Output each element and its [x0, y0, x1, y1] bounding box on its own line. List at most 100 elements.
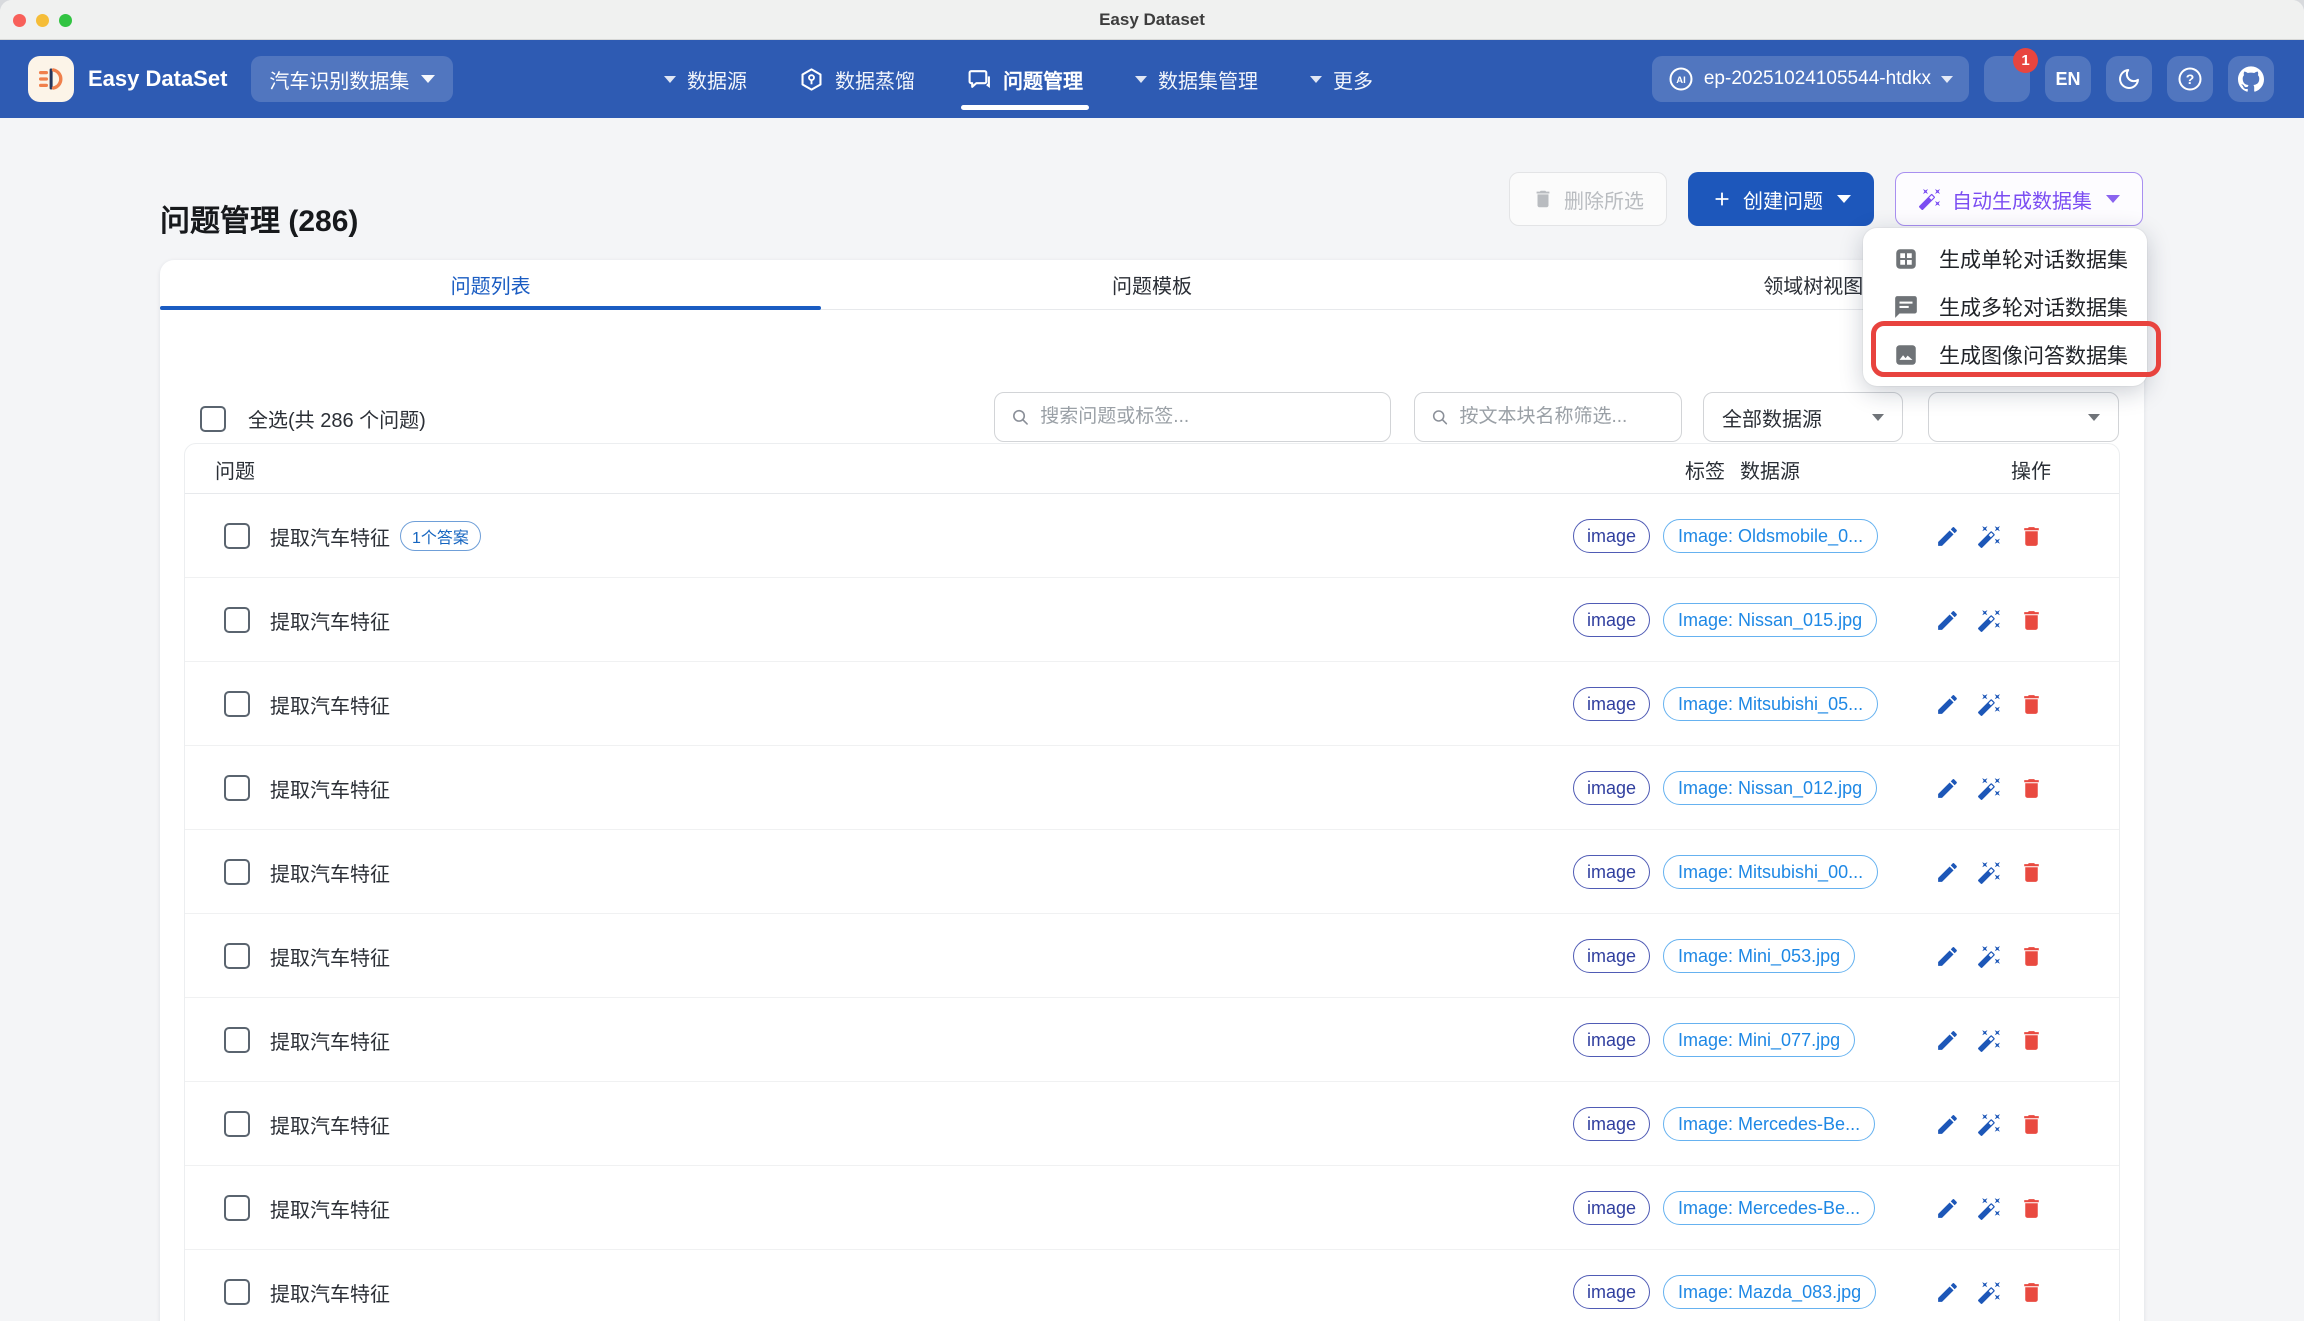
generate-answer-button[interactable] — [1975, 606, 2003, 634]
select-all-checkbox[interactable] — [200, 406, 226, 432]
delete-question-button[interactable] — [2017, 858, 2045, 886]
generate-answer-button[interactable] — [1975, 1110, 2003, 1138]
close-window-button[interactable] — [13, 14, 26, 27]
delete-question-button[interactable] — [2017, 1026, 2045, 1054]
help-button[interactable]: ? — [2167, 56, 2213, 102]
row-checkbox[interactable] — [224, 1027, 250, 1053]
project-selector[interactable]: 汽车识别数据集 — [251, 56, 453, 102]
model-selector[interactable]: AI ep-20251024105544-htdkx — [1652, 56, 1969, 102]
tag-chip[interactable]: image — [1573, 855, 1650, 889]
top-navbar: Easy DataSet 汽车识别数据集 数据源 数据蒸馏 — [0, 40, 2304, 118]
tag-chip[interactable]: image — [1573, 939, 1650, 973]
generate-answer-button[interactable] — [1975, 1278, 2003, 1306]
generate-answer-button[interactable] — [1975, 774, 2003, 802]
image-icon — [1893, 342, 1919, 368]
delete-question-button[interactable] — [2017, 1194, 2045, 1222]
delete-question-button[interactable] — [2017, 942, 2045, 970]
trash-icon — [2019, 860, 2044, 885]
create-question-button[interactable]: 创建问题 — [1688, 172, 1874, 226]
row-checkbox[interactable] — [224, 859, 250, 885]
tag-chip[interactable]: image — [1573, 603, 1650, 637]
nav-item-questions[interactable]: 问题管理 — [967, 40, 1083, 118]
edit-question-button[interactable] — [1933, 1026, 1961, 1054]
delete-question-button[interactable] — [2017, 606, 2045, 634]
delete-question-button[interactable] — [2017, 774, 2045, 802]
tab-question-template[interactable]: 问题模板 — [821, 260, 1482, 309]
edit-question-button[interactable] — [1933, 1110, 1961, 1138]
source-chip[interactable]: Image: Mercedes-Be... — [1663, 1191, 1875, 1225]
tasks-button[interactable]: 1 — [1984, 56, 2030, 102]
minimize-window-button[interactable] — [36, 14, 49, 27]
edit-question-button[interactable] — [1933, 1278, 1961, 1306]
table-body: 提取汽车特征 1个答案 image Image: Oldsmobile_0...… — [185, 494, 2119, 1321]
magic-wand-icon — [1977, 692, 2002, 717]
nav-item-more[interactable]: 更多 — [1310, 40, 1373, 118]
question-text: 提取汽车特征 — [270, 858, 390, 887]
delete-question-button[interactable] — [2017, 690, 2045, 718]
generate-answer-button[interactable] — [1975, 522, 2003, 550]
row-checkbox[interactable] — [224, 691, 250, 717]
tag-chip[interactable]: image — [1573, 771, 1650, 805]
source-chip[interactable]: Image: Nissan_012.jpg — [1663, 771, 1877, 805]
source-chip[interactable]: Image: Mitsubishi_00... — [1663, 855, 1878, 889]
tag-chip[interactable]: image — [1573, 1191, 1650, 1225]
nav-item-datasource[interactable]: 数据源 — [664, 40, 747, 118]
tab-question-list[interactable]: 问题列表 — [160, 260, 821, 309]
row-checkbox[interactable] — [224, 775, 250, 801]
nav-item-distill[interactable]: 数据蒸馏 — [799, 40, 915, 118]
source-chip[interactable]: Image: Mercedes-Be... — [1663, 1107, 1875, 1141]
source-chip[interactable]: Image: Mini_053.jpg — [1663, 939, 1855, 973]
row-checkbox[interactable] — [224, 943, 250, 969]
delete-question-button[interactable] — [2017, 1110, 2045, 1138]
tag-chip[interactable]: image — [1573, 1023, 1650, 1057]
edit-question-button[interactable] — [1933, 522, 1961, 550]
delete-selected-button[interactable]: 删除所选 — [1509, 172, 1667, 226]
row-checkbox[interactable] — [224, 1195, 250, 1221]
dark-mode-button[interactable] — [2106, 56, 2152, 102]
col-source: 数据源 — [1740, 444, 1800, 494]
edit-question-button[interactable] — [1933, 690, 1961, 718]
source-chip[interactable]: Image: Mini_077.jpg — [1663, 1023, 1855, 1057]
generate-answer-button[interactable] — [1975, 1026, 2003, 1054]
row-checkbox[interactable] — [224, 523, 250, 549]
chunk-filter-input[interactable] — [1459, 406, 1665, 428]
language-button[interactable]: EN — [2045, 56, 2091, 102]
auto-generate-dataset-button[interactable]: 自动生成数据集 — [1895, 172, 2143, 226]
delete-question-button[interactable] — [2017, 1278, 2045, 1306]
edit-question-button[interactable] — [1933, 774, 1961, 802]
edit-question-button[interactable] — [1933, 858, 1961, 886]
tag-chip[interactable]: image — [1573, 1107, 1650, 1141]
tag-chip[interactable]: image — [1573, 1275, 1650, 1309]
datasource-select[interactable]: 全部数据源 — [1703, 392, 1903, 442]
secondary-select[interactable] — [1928, 392, 2119, 442]
menu-item-image-qa[interactable]: 生成图像问答数据集 — [1863, 331, 2147, 379]
generate-answer-button[interactable] — [1975, 858, 2003, 886]
generate-answer-button[interactable] — [1975, 942, 2003, 970]
edit-question-button[interactable] — [1933, 1194, 1961, 1222]
row-checkbox[interactable] — [224, 607, 250, 633]
zoom-window-button[interactable] — [59, 14, 72, 27]
magic-wand-icon — [1918, 187, 1942, 211]
row-checkbox[interactable] — [224, 1111, 250, 1137]
generate-answer-button[interactable] — [1975, 1194, 2003, 1222]
github-button[interactable] — [2228, 56, 2274, 102]
source-chip[interactable]: Image: Oldsmobile_0... — [1663, 519, 1878, 553]
menu-item-single-turn[interactable]: 生成单轮对话数据集 — [1863, 235, 2147, 283]
source-chip[interactable]: Image: Mitsubishi_05... — [1663, 687, 1878, 721]
datasource-select-value: 全部数据源 — [1722, 403, 1822, 432]
edit-question-button[interactable] — [1933, 606, 1961, 634]
menu-item-multi-turn[interactable]: 生成多轮对话数据集 — [1863, 283, 2147, 331]
tag-chip[interactable]: image — [1573, 687, 1650, 721]
tag-chip[interactable]: image — [1573, 519, 1650, 553]
delete-question-button[interactable] — [2017, 522, 2045, 550]
page-content: 问题管理 (286) 删除所选 创建问题 自动生成数据集 — [0, 118, 2304, 1321]
source-chip[interactable]: Image: Mazda_083.jpg — [1663, 1275, 1876, 1309]
answer-count-chip[interactable]: 1个答案 — [400, 521, 481, 551]
generate-answer-button[interactable] — [1975, 690, 2003, 718]
row-checkbox[interactable] — [224, 1279, 250, 1305]
nav-item-datasets[interactable]: 数据集管理 — [1135, 40, 1258, 118]
search-question-input[interactable] — [1040, 406, 1374, 428]
edit-question-button[interactable] — [1933, 942, 1961, 970]
source-chip[interactable]: Image: Nissan_015.jpg — [1663, 603, 1877, 637]
chevron-down-icon — [2106, 195, 2120, 203]
